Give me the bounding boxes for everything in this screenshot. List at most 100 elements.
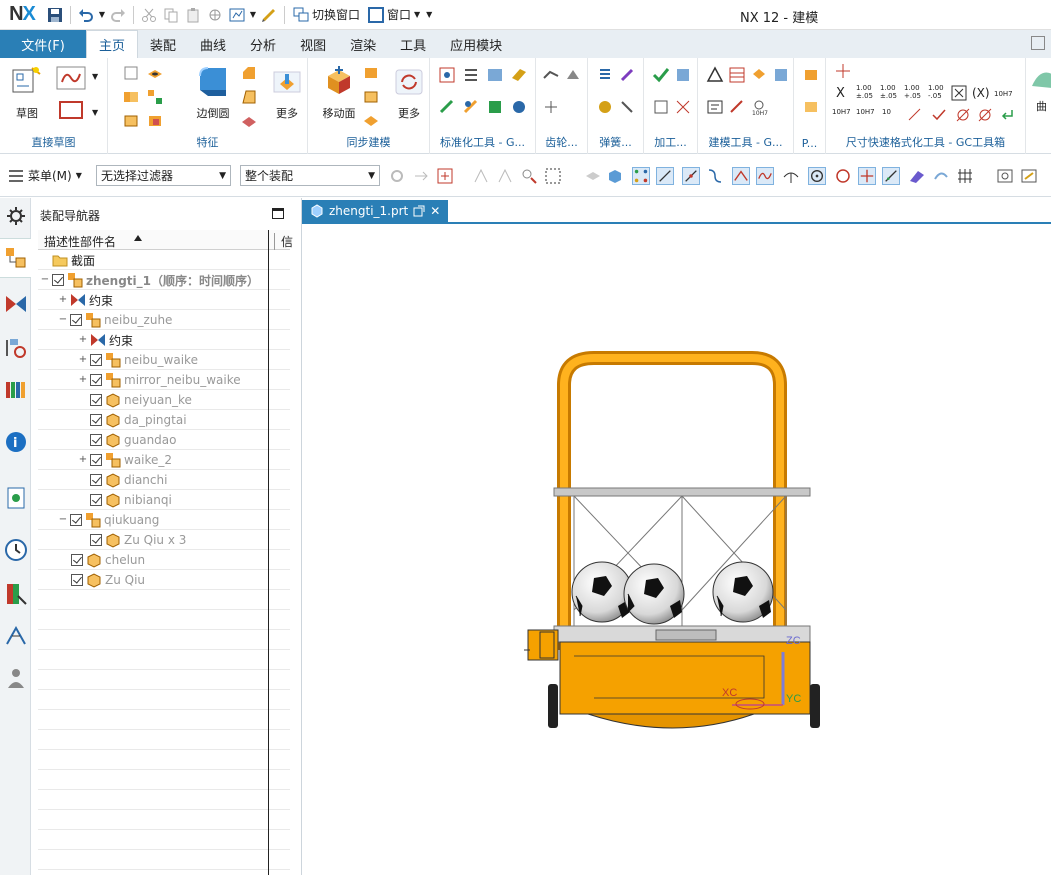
tolerance-icon[interactable]: 10H7 (750, 98, 768, 116)
sketch-button[interactable]: 草图 (4, 62, 50, 121)
machining-table-icon[interactable] (652, 98, 670, 116)
rectangle-select-icon[interactable] (544, 167, 562, 185)
tree-row-neibu-waike[interactable]: + neibu_waike (78, 350, 198, 370)
gear-modeling-icon[interactable] (564, 66, 582, 84)
snap-tangent-icon[interactable] (782, 167, 800, 185)
rectangle-icon[interactable] (56, 98, 86, 122)
replace-face-icon[interactable] (362, 112, 380, 130)
part-tab[interactable]: zhengti_1.prt ✕ (302, 200, 449, 222)
snap-bounded-icon[interactable] (932, 167, 950, 185)
touch-mode-icon[interactable] (258, 4, 280, 26)
expand-icon[interactable]: + (58, 295, 68, 305)
window-menu-button[interactable]: 窗口 ▼ (364, 6, 424, 23)
tree-row-dianchi[interactable]: dianchi (90, 470, 167, 490)
dim-tol-2[interactable]: 1.00 ±.05 (880, 84, 897, 100)
fit-view-icon[interactable] (1020, 167, 1038, 185)
palette-icon[interactable] (4, 582, 28, 606)
tree-row-qiukuang[interactable]: − qiukuang (58, 510, 159, 530)
modeling-tool-3-icon[interactable] (750, 66, 768, 84)
tree-row-nibianqi[interactable]: nibianqi (90, 490, 172, 510)
role-icon[interactable] (4, 666, 28, 690)
view-layout-icon[interactable] (226, 4, 248, 26)
snap-control-point-icon[interactable] (732, 167, 750, 185)
tab-close-icon[interactable]: ✕ (430, 204, 440, 218)
checkbox[interactable] (90, 354, 102, 366)
select-component-icon[interactable] (520, 167, 538, 185)
dim-check-icon[interactable] (930, 106, 948, 124)
dim-fit-2[interactable]: 10H7 (856, 108, 875, 116)
spring-icon[interactable] (596, 98, 614, 116)
boxed-x-icon[interactable] (950, 84, 968, 102)
std-tool-6-icon[interactable] (462, 98, 480, 116)
tab-assembly[interactable]: 装配 (138, 30, 188, 58)
graphics-window[interactable]: zhengti_1.prt ✕ ZC XC YC (301, 198, 1051, 875)
std-tool-3-icon[interactable] (486, 66, 504, 84)
hole-icon[interactable] (146, 64, 164, 82)
web-browser-icon[interactable]: i (4, 430, 28, 454)
dim-tol-4[interactable]: 1.00 -.05 (928, 84, 944, 100)
modeling-tool-6-icon[interactable] (728, 98, 746, 116)
tree-row-neibu-zuhe[interactable]: − neibu_zuhe (58, 310, 172, 330)
diameter-2-icon[interactable] (976, 106, 994, 124)
tree-row-mirror-neibu-waike[interactable]: + mirror_neibu_waike (78, 370, 241, 390)
snap-endpoint-icon[interactable] (632, 167, 650, 185)
snap-quadrant-icon[interactable] (834, 167, 852, 185)
tab-file[interactable]: 文件(F) (0, 30, 86, 58)
select-feature-icon[interactable] (472, 167, 490, 185)
maximize-icon[interactable] (272, 208, 284, 219)
tree-row-zu-qiu[interactable]: Zu Qiu (71, 570, 145, 590)
tab-render[interactable]: 渲染 (338, 30, 388, 58)
snap-midpoint-icon[interactable] (682, 167, 700, 185)
dim-fit-label[interactable]: 10H7 (994, 90, 1013, 98)
std-tool-1-icon[interactable] (438, 66, 456, 84)
redo-icon[interactable] (107, 4, 129, 26)
tree-row-constraints-2[interactable]: + 约束 (78, 330, 133, 350)
assembly-navigator-icon[interactable] (4, 246, 28, 270)
part-navigator-icon[interactable] (4, 336, 28, 360)
tree-row-guandao[interactable]: guandao (90, 430, 177, 450)
tab-popout-icon[interactable] (413, 205, 425, 217)
dim-return-icon[interactable] (998, 106, 1016, 124)
snap-grid-icon[interactable] (956, 167, 974, 185)
std-tool-2-icon[interactable] (462, 66, 480, 84)
selection-scope-dropdown[interactable]: 整个装配 ▼ (240, 165, 380, 186)
paren-x-icon[interactable]: (X) (972, 86, 990, 100)
close-x-icon[interactable]: X (836, 86, 845, 101)
view-solid-icon[interactable] (584, 167, 602, 185)
collapse-icon[interactable]: − (58, 315, 68, 325)
snap-on-face-icon[interactable] (908, 167, 926, 185)
zoom-window-icon[interactable] (996, 167, 1014, 185)
checkbox[interactable] (90, 374, 102, 386)
checkbox[interactable] (52, 274, 64, 286)
table-icon[interactable] (728, 66, 746, 84)
shell-icon[interactable] (122, 112, 140, 130)
paste-icon[interactable] (182, 4, 204, 26)
checkbox[interactable] (90, 474, 102, 486)
draft-icon[interactable] (240, 88, 258, 106)
chamfer-icon[interactable] (240, 64, 258, 82)
profile-icon[interactable] (56, 66, 86, 90)
sketch-dropdown-icon[interactable]: ▼ (92, 72, 98, 81)
checkbox[interactable] (71, 554, 83, 566)
view-layout-dropdown-icon[interactable]: ▼ (248, 4, 258, 26)
tree-row-root[interactable]: − zhengti_1（顺序：时间顺序） (40, 270, 259, 290)
copy-display-icon[interactable] (204, 4, 226, 26)
subtract-icon[interactable] (146, 112, 164, 130)
undo-dropdown-icon[interactable]: ▼ (97, 4, 107, 26)
snap-on-curve-icon[interactable] (882, 167, 900, 185)
filter-gear-icon[interactable] (388, 167, 406, 185)
surface-icon[interactable] (1030, 66, 1051, 90)
checkbox[interactable] (70, 314, 82, 326)
spring-delete-icon[interactable] (618, 98, 636, 116)
dim-tol-1[interactable]: 1.00 ±.05 (856, 84, 873, 100)
std-tool-5-icon[interactable] (438, 98, 456, 116)
gear-mesh-icon[interactable] (542, 98, 560, 116)
tab-tools[interactable]: 工具 (388, 30, 438, 58)
p-tool-1-icon[interactable] (802, 66, 820, 84)
collapse-icon[interactable]: − (40, 275, 50, 285)
gear-icon[interactable] (542, 66, 560, 84)
feature-more-button[interactable]: 更多 (264, 62, 310, 121)
dim-fit-1[interactable]: 10H7 (832, 108, 851, 116)
tab-applications[interactable]: 应用模块 (438, 30, 514, 58)
expand-icon[interactable]: + (78, 335, 88, 345)
